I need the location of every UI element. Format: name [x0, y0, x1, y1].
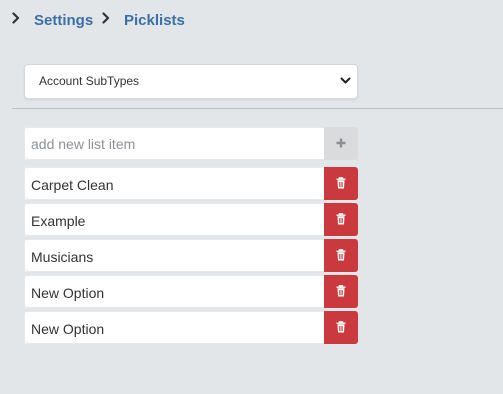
list-item: New Option [24, 275, 358, 308]
list-item: Example [24, 203, 358, 236]
picklist-select[interactable]: Account SubTypes [24, 64, 358, 99]
breadcrumb-settings-link[interactable]: Settings [34, 11, 93, 30]
breadcrumb: Settings Picklists [0, 0, 503, 40]
delete-item-button[interactable] [324, 311, 358, 344]
breadcrumb-picklists-link[interactable]: Picklists [124, 11, 185, 30]
divider [12, 108, 503, 109]
list-item-field[interactable]: Carpet Clean [24, 167, 324, 200]
add-item-input[interactable] [24, 127, 324, 160]
list-item-field[interactable]: New Option [24, 275, 324, 308]
delete-item-button[interactable] [324, 167, 358, 200]
list-item: Musicians [24, 239, 358, 272]
list-item-label: Musicians [31, 249, 94, 265]
list-item-label: New Option [31, 285, 105, 301]
trash-icon [336, 249, 346, 261]
delete-item-button[interactable] [324, 239, 358, 272]
list-item-field[interactable]: Example [24, 203, 324, 236]
chevron-right-icon [12, 12, 20, 24]
picklist-select-value: Account SubTypes [39, 74, 140, 88]
trash-icon [336, 213, 346, 225]
list-item-field[interactable]: Musicians [24, 239, 324, 272]
chevron-right-icon [102, 12, 110, 24]
add-item-row [24, 127, 358, 160]
trash-icon [336, 177, 346, 189]
list-item: New Option [24, 311, 358, 344]
list-item-label: Carpet Clean [31, 177, 114, 193]
add-item-button[interactable] [324, 127, 358, 160]
trash-icon [336, 321, 346, 333]
list-item-label: Example [31, 213, 86, 229]
delete-item-button[interactable] [324, 203, 358, 236]
list-item: Carpet Clean [24, 167, 358, 200]
list-item-label: New Option [31, 321, 105, 337]
delete-item-button[interactable] [324, 275, 358, 308]
list-item-field[interactable]: New Option [24, 311, 324, 344]
trash-icon [336, 285, 346, 297]
chevron-down-icon [340, 77, 351, 85]
